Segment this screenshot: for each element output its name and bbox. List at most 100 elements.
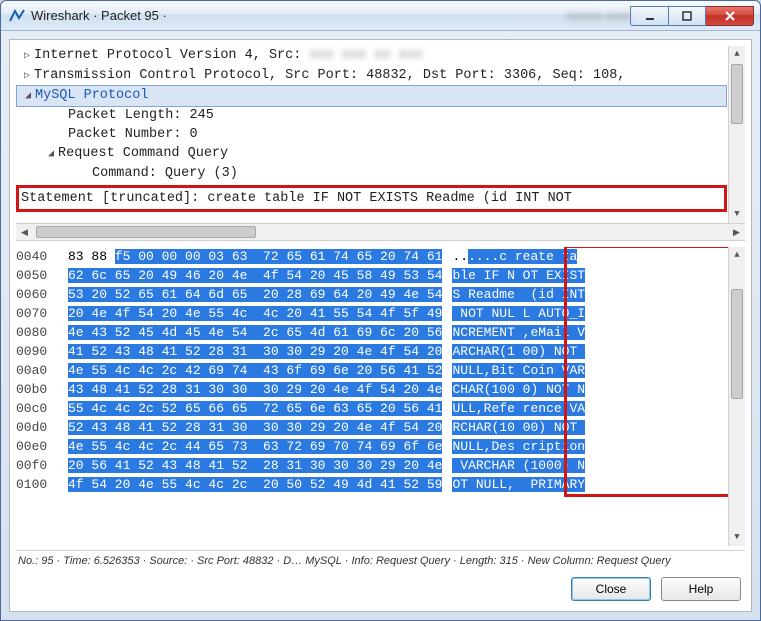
tree-horizontal-scrollbar[interactable]: ◀ ▶	[16, 224, 745, 241]
tree-row-mysql[interactable]: ◢MySQL Protocol	[16, 85, 727, 107]
minimize-button[interactable]	[630, 6, 668, 26]
collapse-arrow-icon[interactable]: ◢	[21, 87, 35, 106]
tree-label: Command: Query (3)	[92, 166, 238, 181]
tree-label: Packet Length: 245	[68, 108, 214, 123]
tree-row-packet-length[interactable]: Packet Length: 245	[16, 106, 727, 125]
hex-row[interactable]: 00a04e 55 4c 4c 2c 42 69 74 43 6f 69 6e …	[16, 361, 727, 380]
tree-label: Transmission Control Protocol, Src Port:…	[34, 68, 625, 83]
button-row: Close Help	[16, 569, 745, 605]
hex-bytes[interactable]: 43 48 41 52 28 31 30 30 30 29 20 4e 4f 5…	[68, 380, 442, 399]
wireshark-icon	[9, 8, 25, 24]
obscured-text: xxx xxx xx xxx	[309, 48, 422, 63]
hex-row[interactable]: 009041 52 43 48 41 52 28 31 30 30 29 20 …	[16, 342, 727, 361]
hex-bytes[interactable]: 4f 54 20 4e 55 4c 4c 2c 20 50 52 49 4d 4…	[68, 475, 442, 494]
hex-bytes[interactable]: 83 88 f5 00 00 00 03 63 72 65 61 74 65 2…	[68, 247, 442, 266]
hex-offset: 0050	[16, 266, 68, 285]
hex-ascii[interactable]: NOT NUL L AUTO_I	[442, 304, 585, 323]
hex-ascii[interactable]: ......c reate ta	[442, 247, 577, 266]
hex-row[interactable]: 00d052 43 48 41 52 28 31 30 30 30 29 20 …	[16, 418, 727, 437]
tree-row-request-cmd[interactable]: ◢Request Command Query	[16, 144, 727, 164]
maximize-button[interactable]	[668, 6, 706, 26]
scrollbar-thumb[interactable]	[36, 226, 256, 238]
status-bar: No.: 95 · Time: 6.526353 · Source: · Src…	[16, 550, 745, 569]
titlebar[interactable]: Wireshark · Packet 95 · xxxxxx xxxx	[1, 1, 760, 31]
tree-row-ip[interactable]: ▷Internet Protocol Version 4, Src: xxx x…	[16, 46, 727, 66]
hex-offset: 00f0	[16, 456, 68, 475]
scroll-right-icon[interactable]: ▶	[728, 224, 745, 240]
close-button[interactable]: Close	[571, 577, 651, 601]
hex-row[interactable]: 00f020 56 41 52 43 48 41 52 28 31 30 30 …	[16, 456, 727, 475]
hex-row[interactable]: 00b043 48 41 52 28 31 30 30 30 29 20 4e …	[16, 380, 727, 399]
tree-row-packet-number[interactable]: Packet Number: 0	[16, 125, 727, 144]
tree-row-tcp[interactable]: ▷Transmission Control Protocol, Src Port…	[16, 66, 727, 86]
hex-row[interactable]: 005062 6c 65 20 49 46 20 4e 4f 54 20 45 …	[16, 266, 727, 285]
hex-row[interactable]: 00804e 43 52 45 4d 45 4e 54 2c 65 4d 61 …	[16, 323, 727, 342]
hex-ascii[interactable]: ULL,Refe rence VA	[442, 399, 585, 418]
window-title: Wireshark · Packet 95 ·	[31, 8, 567, 23]
scroll-left-icon[interactable]: ◀	[16, 224, 33, 240]
hex-row[interactable]: 00e04e 55 4c 4c 2c 44 65 73 63 72 69 70 …	[16, 437, 727, 456]
scrollbar-thumb[interactable]	[731, 64, 743, 124]
tree-label[interactable]: Statement [truncated]: create table IF N…	[21, 191, 572, 206]
hex-offset: 0040	[16, 247, 68, 266]
hex-bytes[interactable]: 52 43 48 41 52 28 31 30 30 30 29 20 4e 4…	[68, 418, 442, 437]
hex-bytes[interactable]: 62 6c 65 20 49 46 20 4e 4f 54 20 45 58 4…	[68, 266, 442, 285]
hex-bytes[interactable]: 20 56 41 52 43 48 41 52 28 31 30 30 30 2…	[68, 456, 442, 475]
hex-ascii[interactable]: NCREMENT ,eMail V	[442, 323, 585, 342]
scroll-down-icon[interactable]: ▼	[729, 206, 745, 223]
hex-bytes[interactable]: 20 4e 4f 54 20 4e 55 4c 4c 20 41 55 54 4…	[68, 304, 442, 323]
hex-bytes[interactable]: 4e 55 4c 4c 2c 42 69 74 43 6f 69 6e 20 5…	[68, 361, 442, 380]
hex-offset: 00d0	[16, 418, 68, 437]
hex-row[interactable]: 007020 4e 4f 54 20 4e 55 4c 4c 20 41 55 …	[16, 304, 727, 323]
collapse-arrow-icon[interactable]: ◢	[44, 145, 58, 164]
hex-offset: 00e0	[16, 437, 68, 456]
packet-window: Wireshark · Packet 95 · xxxxxx xxxx ▷Int…	[0, 0, 761, 621]
hex-ascii[interactable]: ble IF N OT EXIST	[442, 266, 585, 285]
hex-bytes[interactable]: 41 52 43 48 41 52 28 31 30 30 29 20 4e 4…	[68, 342, 442, 361]
expand-arrow-icon[interactable]: ▷	[20, 67, 34, 86]
scroll-up-icon[interactable]: ▲	[729, 46, 745, 63]
hex-row[interactable]: 006053 20 52 65 61 64 6d 65 20 28 69 64 …	[16, 285, 727, 304]
hex-ascii[interactable]: NULL,Bit Coin VAR	[442, 361, 585, 380]
hex-row[interactable]: 00c055 4c 4c 2c 52 65 66 65 72 65 6e 63 …	[16, 399, 727, 418]
hex-ascii[interactable]: OT NULL, PRIMARY	[442, 475, 585, 494]
hex-ascii[interactable]: ARCHAR(1 00) NOT	[442, 342, 585, 361]
hex-dump[interactable]: ▲ ▼ 004083 88 f5 00 00 00 03 63 72 65 61…	[16, 247, 745, 546]
help-button[interactable]: Help	[661, 577, 741, 601]
title-obscured: xxxxxx xxxx	[567, 9, 630, 23]
hex-vertical-scrollbar[interactable]: ▲ ▼	[728, 247, 745, 546]
hex-offset: 00c0	[16, 399, 68, 418]
tree-label: Request Command Query	[58, 146, 228, 161]
hex-bytes[interactable]: 4e 55 4c 4c 2c 44 65 73 63 72 69 70 74 6…	[68, 437, 442, 456]
hex-ascii[interactable]: RCHAR(10 00) NOT	[442, 418, 585, 437]
scroll-down-icon[interactable]: ▼	[729, 529, 745, 546]
hex-offset: 0070	[16, 304, 68, 323]
hex-ascii[interactable]: S Readme (id INT	[442, 285, 585, 304]
hex-row[interactable]: 01004f 54 20 4e 55 4c 4c 2c 20 50 52 49 …	[16, 475, 727, 494]
tree-row-command[interactable]: Command: Query (3)	[16, 164, 727, 183]
hex-bytes[interactable]: 55 4c 4c 2c 52 65 66 65 72 65 6e 63 65 2…	[68, 399, 442, 418]
close-window-button[interactable]	[706, 6, 754, 26]
protocol-tree[interactable]: ▷Internet Protocol Version 4, Src: xxx x…	[16, 46, 745, 224]
content-area: ▷Internet Protocol Version 4, Src: xxx x…	[9, 39, 752, 612]
tree-label: MySQL Protocol	[35, 88, 148, 103]
hex-bytes[interactable]: 4e 43 52 45 4d 45 4e 54 2c 65 4d 61 69 6…	[68, 323, 442, 342]
hex-ascii[interactable]: VARCHAR (1000) N	[442, 456, 585, 475]
window-buttons	[630, 6, 754, 26]
hex-ascii[interactable]: CHAR(100 0) NOT N	[442, 380, 585, 399]
tree-vertical-scrollbar[interactable]: ▲ ▼	[728, 46, 745, 223]
tree-label: Packet Number: 0	[68, 127, 198, 142]
hex-offset: 0090	[16, 342, 68, 361]
tree-label: Internet Protocol Version 4, Src:	[34, 48, 301, 63]
expand-arrow-icon[interactable]: ▷	[20, 47, 34, 66]
hex-offset: 0080	[16, 323, 68, 342]
highlighted-statement: Statement [truncated]: create table IF N…	[16, 185, 727, 212]
hex-row[interactable]: 004083 88 f5 00 00 00 03 63 72 65 61 74 …	[16, 247, 727, 266]
scrollbar-thumb[interactable]	[731, 289, 743, 399]
hex-offset: 0060	[16, 285, 68, 304]
scroll-up-icon[interactable]: ▲	[729, 247, 745, 264]
hex-bytes[interactable]: 53 20 52 65 61 64 6d 65 20 28 69 64 20 4…	[68, 285, 442, 304]
hex-offset: 00b0	[16, 380, 68, 399]
hex-ascii[interactable]: NULL,Des cription	[442, 437, 585, 456]
hex-offset: 0100	[16, 475, 68, 494]
